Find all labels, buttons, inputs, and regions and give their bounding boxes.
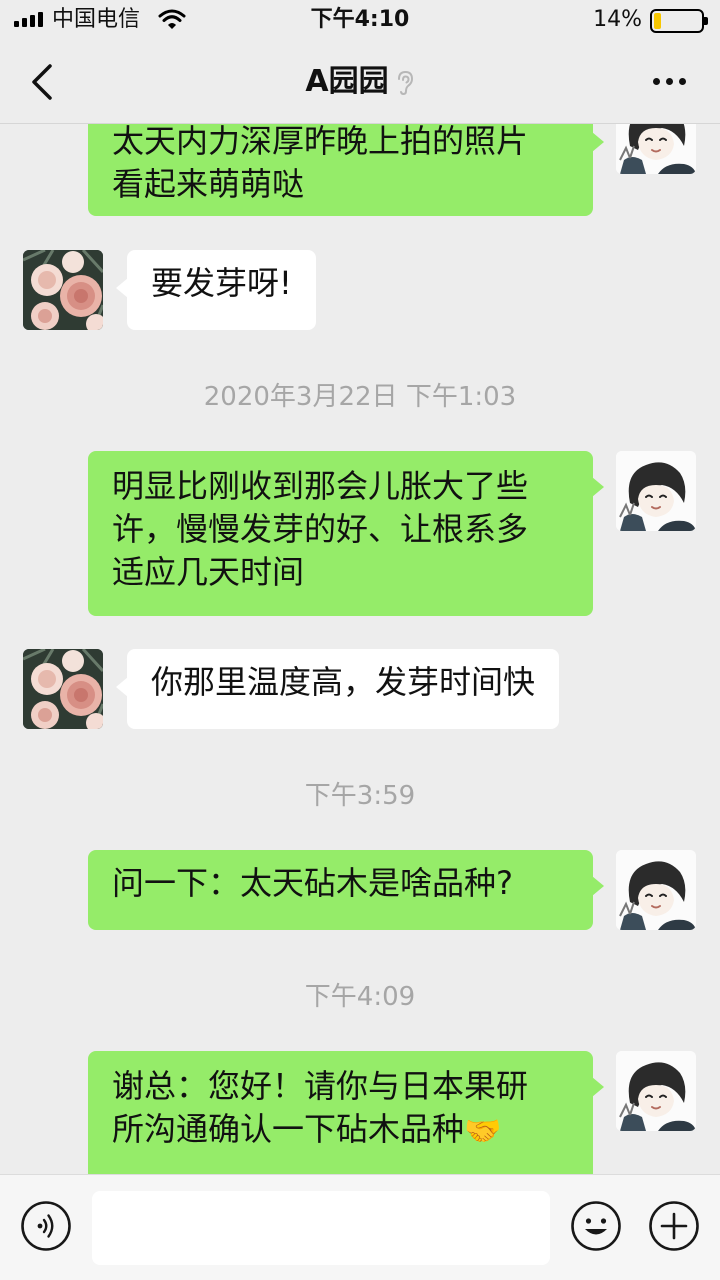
chat-title: A园园 — [0, 62, 720, 102]
message-line: 看起来萌萌哒 — [112, 165, 305, 203]
incoming-message-bubble[interactable]: 要发芽呀! — [116, 250, 316, 330]
message-line-text: 所沟通确认一下砧木品种 — [112, 1110, 465, 1148]
composer-bar — [0, 1174, 720, 1280]
my-avatar[interactable] — [616, 451, 696, 531]
outgoing-message-bubble[interactable]: 明显比刚收到那会儿胀大了些 许，慢慢发芽的好、让根系多 适应几天时间 — [88, 451, 604, 616]
message-line: 太天内力深厚昨晚上拍的照片 — [112, 124, 529, 160]
more-options-button[interactable] — [653, 78, 686, 85]
message-text: 问一下：太天砧木是啥品种? — [112, 864, 513, 902]
message-line: 谢总：您好！请你与日本果研 — [112, 1067, 529, 1105]
message-timestamp: 2020年3月22日 下午1:03 — [203, 382, 517, 412]
message-line: 明显比刚收到那会儿胀大了些 — [112, 467, 529, 505]
voice-icon[interactable] — [20, 1200, 72, 1252]
battery-level-fill — [654, 13, 661, 29]
battery-icon — [650, 9, 708, 33]
emoji-icon[interactable] — [570, 1200, 622, 1252]
contact-name: A园园 — [305, 64, 389, 99]
handshake-emoji-icon: 🤝 — [464, 1113, 502, 1149]
message-list[interactable]: 太天内力深厚昨晚上拍的照片 看起来萌萌哒 要发芽呀! 2020年3月22日 下午… — [0, 124, 720, 1174]
contact-avatar[interactable] — [23, 250, 103, 330]
message-text: 要发芽呀! — [151, 264, 292, 302]
more-dot-icon — [679, 78, 686, 85]
message-input[interactable] — [92, 1191, 550, 1265]
chat-header: A园园 — [0, 40, 720, 124]
outgoing-message-bubble[interactable]: 太天内力深厚昨晚上拍的照片 看起来萌萌哒 — [88, 124, 604, 216]
message-text: 你那里温度高，发芽时间快 — [151, 663, 536, 701]
message-timestamp: 下午3:59 — [304, 781, 416, 811]
my-avatar[interactable] — [616, 124, 696, 174]
outgoing-message-bubble[interactable]: 谢总：您好！请你与日本果研 所沟通确认一下砧木品种🤝 — [88, 1051, 604, 1174]
status-bar: 中国电信 下午4:10 14% — [0, 0, 720, 40]
my-avatar[interactable] — [616, 850, 696, 930]
contact-avatar[interactable] — [23, 649, 103, 729]
more-dot-icon — [666, 78, 673, 85]
message-line: 所沟通确认一下砧木品种🤝 — [112, 1108, 569, 1153]
my-avatar[interactable] — [616, 1051, 696, 1131]
ear-icon — [397, 70, 413, 95]
message-line: 适应几天时间 — [112, 553, 305, 591]
more-dot-icon — [653, 78, 660, 85]
message-line: 许，慢慢发芽的好、让根系多 — [112, 510, 529, 548]
plus-icon[interactable] — [648, 1200, 700, 1252]
outgoing-message-bubble[interactable]: 问一下：太天砧木是啥品种? — [88, 850, 604, 930]
message-timestamp: 下午4:09 — [304, 982, 416, 1012]
incoming-message-bubble[interactable]: 你那里温度高，发芽时间快 — [115, 649, 560, 729]
battery-percent: 14% — [593, 7, 642, 32]
